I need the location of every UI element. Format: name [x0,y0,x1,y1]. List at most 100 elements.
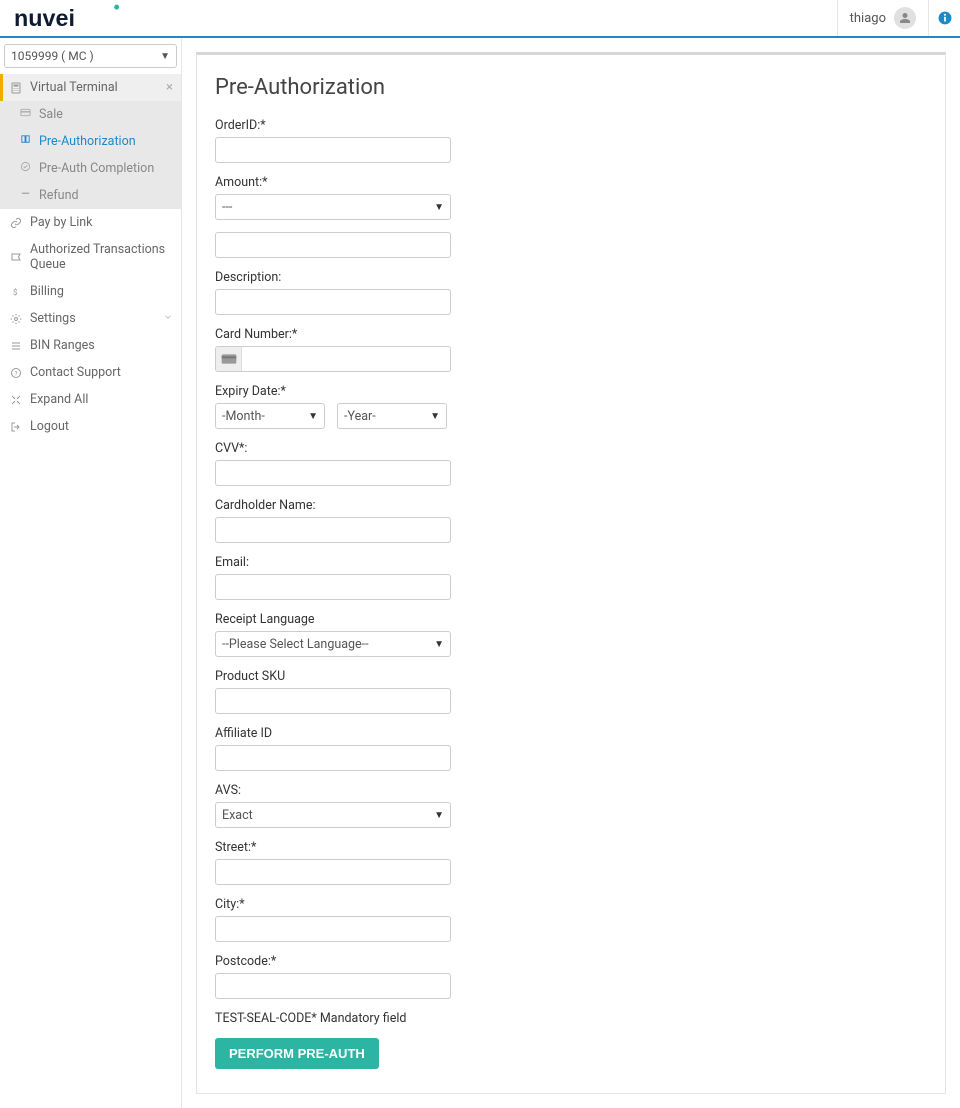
sidebar-item-authorized-transactions-queue[interactable]: Authorized Transactions Queue [0,236,181,278]
label-expiry-date: Expiry Date:* [215,384,927,399]
sidebar-item-label: BIN Ranges [30,338,95,353]
sidebar-item-label: Contact Support [30,365,121,380]
label-product-sku: Product SKU [215,669,927,684]
sidebar-item-label: Expand All [30,392,88,407]
expand-icon [10,394,22,406]
label-email: Email: [215,555,927,570]
panel: Pre-Authorization OrderID:* Amount:* ---… [196,52,946,1094]
submenu-item-pre-authorization[interactable]: Pre-Authorization [0,128,181,155]
select-value: Exact [222,808,253,823]
info-icon [938,11,952,25]
svg-text:?: ? [15,369,18,377]
logout-icon [10,421,22,433]
card-number-input[interactable] [242,347,450,371]
merchant-select[interactable]: 1059999 ( MC ) ▼ [4,44,177,68]
main: Pre-Authorization OrderID:* Amount:* ---… [182,38,960,1108]
label-receipt-language: Receipt Language [215,612,927,627]
user-name: thiago [850,11,886,26]
submenu-item-pre-auth-completion[interactable]: Pre-Auth Completion [0,155,181,182]
submenu-item-label: Pre-Authorization [39,134,136,149]
label-order-id: OrderID:* [215,118,927,133]
logo: nuvei [14,4,123,32]
list-icon [10,340,22,352]
select-value: --- [222,200,232,215]
select-value: --Please Select Language-- [222,637,369,652]
sidebar: 1059999 ( MC ) ▼ Virtual Terminal × Sale… [0,38,182,1108]
submenu-item-sale[interactable]: Sale [0,101,181,128]
postcode-input[interactable] [215,973,451,999]
description-input[interactable] [215,289,451,315]
footnote: TEST-SEAL-CODE* Mandatory field [215,1011,927,1026]
select-value: -Year- [344,409,376,424]
sidebar-item-label: Authorized Transactions Queue [30,242,173,272]
info-button[interactable] [928,0,960,36]
sidebar-item-bin-ranges[interactable]: BIN Ranges [0,332,181,359]
page-title: Pre-Authorization [215,75,927,100]
user-avatar-icon [894,7,916,29]
user-menu[interactable]: thiago [837,0,928,36]
refund-icon [20,188,31,203]
sidebar-item-label: Settings [30,311,76,326]
sidebar-item-label: Logout [30,419,69,434]
dropdown-caret-icon: ▼ [160,51,170,62]
header-right: thiago [837,0,960,36]
expiry-month-select[interactable]: -Month- ▼ [215,403,325,429]
label-city: City:* [215,897,927,912]
email-input[interactable] [215,574,451,600]
label-street: Street:* [215,840,927,855]
sidebar-item-label: Billing [30,284,64,299]
submenu-virtual-terminal: Sale Pre-Authorization Pre-Auth Completi… [0,101,181,209]
label-amount: Amount:* [215,175,927,190]
sidebar-item-billing[interactable]: $ Billing [0,278,181,305]
sidebar-item-label: Pay by Link [30,215,93,230]
affiliate-id-input[interactable] [215,745,451,771]
street-input[interactable] [215,859,451,885]
expiry-year-select[interactable]: -Year- ▼ [337,403,447,429]
sidebar-item-logout[interactable]: Logout [0,413,181,440]
sidebar-item-label: Virtual Terminal [30,80,118,95]
submenu-item-label: Sale [39,107,63,122]
sidebar-item-contact-support[interactable]: ? Contact Support [0,359,181,386]
chevron-down-icon [163,311,173,326]
submenu-item-label: Pre-Auth Completion [39,161,154,176]
book-icon [20,134,31,149]
sidebar-item-settings[interactable]: Settings [0,305,181,332]
close-icon[interactable]: × [166,80,173,95]
dropdown-caret-icon: ▼ [434,202,444,213]
sidebar-item-virtual-terminal[interactable]: Virtual Terminal × [0,74,181,101]
amount-input[interactable] [215,232,451,258]
layout: 1059999 ( MC ) ▼ Virtual Terminal × Sale… [0,38,960,1108]
sidebar-item-expand-all[interactable]: Expand All [0,386,181,413]
perform-pre-auth-button[interactable]: PERFORM PRE-AUTH [215,1038,379,1069]
svg-text:$: $ [13,288,18,297]
help-icon: ? [10,367,22,379]
gear-icon [10,313,22,325]
label-cardholder-name: Cardholder Name: [215,498,927,513]
city-input[interactable] [215,916,451,942]
cardholder-name-input[interactable] [215,517,451,543]
dropdown-caret-icon: ▼ [308,411,318,422]
receipt-language-select[interactable]: --Please Select Language-- ▼ [215,631,451,657]
order-id-input[interactable] [215,137,451,163]
dropdown-caret-icon: ▼ [434,810,444,821]
header: nuvei thiago [0,0,960,38]
label-cvv: CVV*: [215,441,927,456]
label-avs: AVS: [215,783,927,798]
dropdown-caret-icon: ▼ [430,411,440,422]
merchant-selected-label: 1059999 ( MC ) [11,49,94,63]
calculator-icon [10,82,22,94]
svg-text:nuvei: nuvei [14,5,75,31]
sidebar-item-pay-by-link[interactable]: Pay by Link [0,209,181,236]
submenu-item-refund[interactable]: Refund [0,182,181,209]
avs-select[interactable]: Exact ▼ [215,802,451,828]
label-description: Description: [215,270,927,285]
card-number-field [215,346,451,372]
link-icon [10,217,22,229]
submenu-item-label: Refund [39,188,79,203]
nuvei-logo-icon: nuvei [14,4,123,32]
label-affiliate-id: Affiliate ID [215,726,927,741]
cvv-input[interactable] [215,460,451,486]
check-circle-icon [20,161,31,176]
amount-currency-select[interactable]: --- ▼ [215,194,451,220]
product-sku-input[interactable] [215,688,451,714]
